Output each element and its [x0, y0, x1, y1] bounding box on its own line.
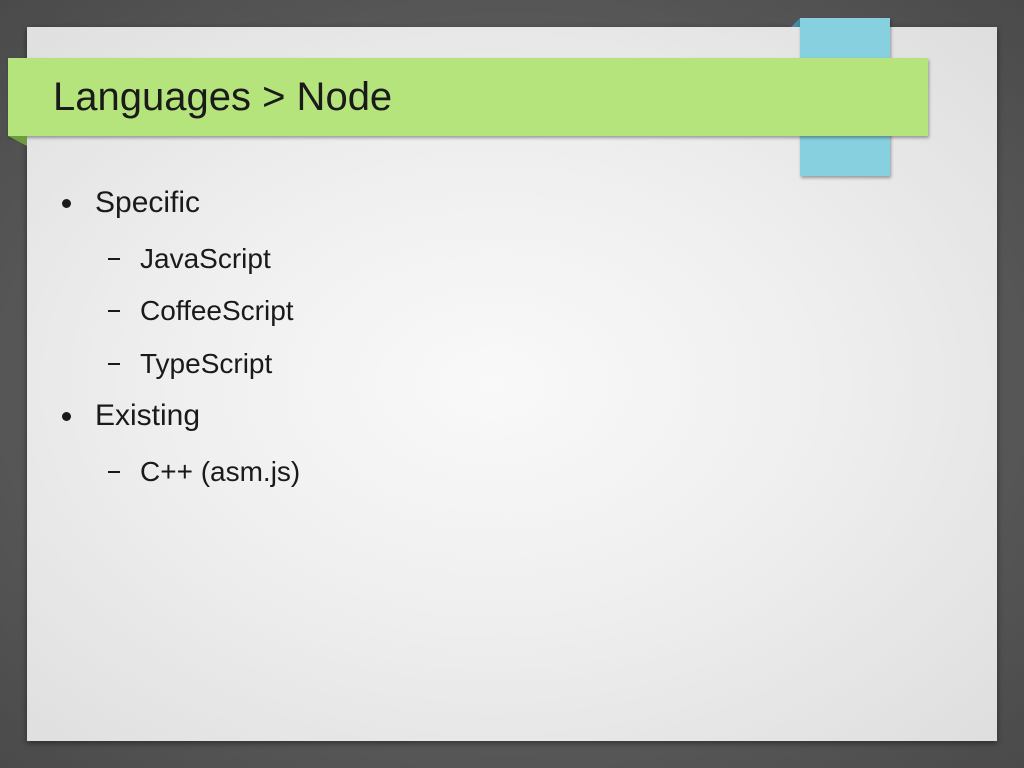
- bullet-dot-icon: [62, 199, 71, 208]
- dash-icon: [108, 310, 120, 312]
- slide-title: Languages > Node: [53, 75, 393, 119]
- subitem-text: C++ (asm.js): [140, 456, 301, 487]
- subitem-text: CoffeeScript: [140, 295, 294, 326]
- dash-icon: [108, 363, 120, 365]
- tab-fold-shadow: [791, 18, 800, 27]
- bullet-dot-icon: [62, 412, 71, 421]
- subitem-text: TypeScript: [140, 348, 273, 379]
- ribbon-fold-shadow: [8, 136, 27, 146]
- subitem-text: JavaScript: [140, 243, 271, 274]
- dash-icon: [108, 471, 120, 473]
- bullet-text: Specific: [95, 186, 201, 219]
- bullet-text: Existing: [95, 399, 201, 432]
- title-ribbon: Languages > Node: [8, 58, 928, 136]
- dash-icon: [108, 258, 120, 260]
